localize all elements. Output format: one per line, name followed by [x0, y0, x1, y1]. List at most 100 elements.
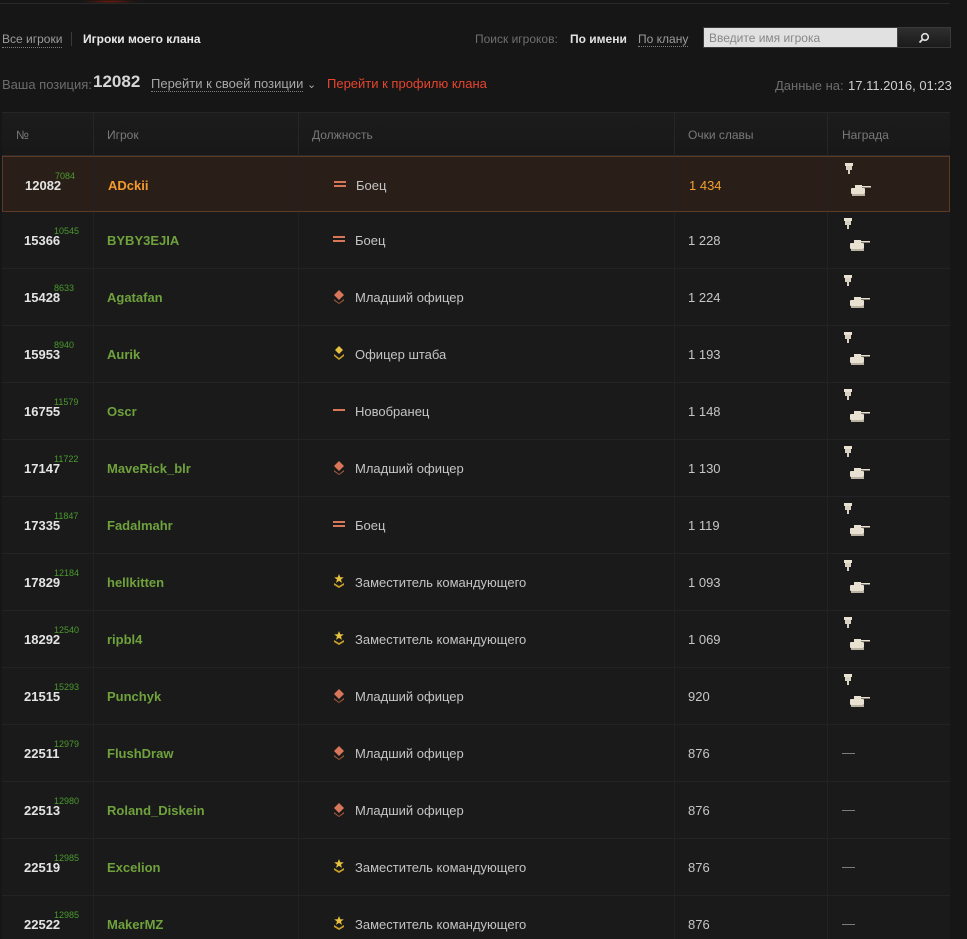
- header-score[interactable]: Очки славы: [688, 128, 754, 142]
- table-row[interactable]: 22522 12985 MakerMZ Заместитель командующег…: [2, 896, 950, 939]
- role-label: Младший офицер: [355, 461, 464, 476]
- player-name-link[interactable]: Excelion: [107, 860, 160, 875]
- no-award: —: [842, 745, 855, 760]
- player-name-link[interactable]: MakerMZ: [107, 917, 163, 932]
- tab-all-players[interactable]: Все игроки: [2, 32, 63, 48]
- player-name-link[interactable]: Agatafan: [107, 290, 163, 305]
- tank-award-icon[interactable]: [842, 501, 872, 549]
- cell-divider: [827, 269, 828, 325]
- tab-clan-players[interactable]: Игроки моего клана: [83, 32, 201, 46]
- previous-rank: 12540: [54, 625, 80, 635]
- cell-divider: [674, 782, 675, 838]
- previous-rank: 11579: [54, 397, 79, 407]
- search-button[interactable]: [897, 28, 950, 47]
- header-divider: [674, 113, 675, 157]
- table-row[interactable]: 15366 10545 BYBY3EJIA Боец 1 228: [2, 212, 950, 269]
- tank-award-icon[interactable]: [842, 387, 872, 435]
- header-role[interactable]: Должность: [312, 128, 373, 142]
- glory-points: 876: [688, 803, 710, 818]
- table-row[interactable]: 16755 11579 Oscr Новобранец 1 148: [2, 383, 950, 440]
- cell-divider: [94, 157, 95, 211]
- cell-divider: [298, 497, 299, 553]
- tank-award-icon[interactable]: [843, 161, 873, 209]
- role-label: Офицер штаба: [355, 347, 447, 362]
- player-name-link[interactable]: BYBY3EJIA: [107, 233, 179, 248]
- player-name-link[interactable]: hellkitten: [107, 575, 164, 590]
- header-player[interactable]: Игрок: [107, 128, 139, 142]
- cell-divider: [827, 554, 828, 610]
- previous-rank: 8633: [54, 283, 75, 293]
- player-name-link[interactable]: ADckii: [108, 178, 148, 193]
- previous-rank: 11847: [54, 511, 79, 521]
- no-award: —: [842, 859, 855, 874]
- player-name-link[interactable]: Fadalmahr: [107, 518, 173, 533]
- player-name-link[interactable]: FlushDraw: [107, 746, 173, 761]
- cell-divider: [827, 383, 828, 439]
- cell-divider: [298, 839, 299, 895]
- role-label: Заместитель командующего: [355, 917, 527, 932]
- data-date-label: Данные на:: [775, 78, 844, 93]
- cell-divider: [674, 611, 675, 667]
- deputy-commander-icon: [331, 915, 347, 931]
- goto-clan-profile-link[interactable]: Перейти к профилю клана: [327, 76, 487, 91]
- cell-divider: [93, 554, 94, 610]
- role-label: Боец: [355, 518, 386, 533]
- glory-points: 1 193: [688, 347, 721, 362]
- ranking-table: № Игрок Должность Очки славы Награда 120…: [2, 112, 950, 939]
- search-by-clan[interactable]: По клану: [638, 32, 689, 47]
- cell-divider: [93, 383, 94, 439]
- player-name-link[interactable]: MaveRick_blr: [107, 461, 191, 476]
- search-by-name[interactable]: По имени: [570, 32, 627, 46]
- player-name-link[interactable]: Aurik: [107, 347, 140, 362]
- cell-divider: [827, 212, 828, 268]
- glory-points: 1 069: [688, 632, 721, 647]
- cell-divider: [827, 839, 828, 895]
- previous-rank: 11722: [54, 454, 79, 464]
- cell-divider: [298, 611, 299, 667]
- table-row[interactable]: 17829 12184 hellkitten Заместитель командую…: [2, 554, 950, 611]
- header-divider: [298, 113, 299, 157]
- junior-officer-icon: [331, 288, 347, 304]
- cell-divider: [298, 383, 299, 439]
- table-row[interactable]: 21515 15293 Punchyk Младший офицер 920: [2, 668, 950, 725]
- player-name-link[interactable]: ripbl4: [107, 632, 142, 647]
- table-row[interactable]: 22513 12980 Roland_Diskein Младший офицер 87…: [2, 782, 950, 839]
- tank-award-icon[interactable]: [842, 444, 872, 492]
- search-icon: [918, 32, 930, 43]
- tank-award-icon[interactable]: [842, 615, 872, 663]
- cell-divider: [827, 440, 828, 496]
- player-name-link[interactable]: Punchyk: [107, 689, 161, 704]
- tank-award-icon[interactable]: [842, 273, 872, 321]
- glory-points: 1 130: [688, 461, 721, 476]
- table-row[interactable]: 22519 12985 Excelion Заместитель командующе…: [2, 839, 950, 896]
- tank-award-icon[interactable]: [842, 330, 872, 378]
- cell-divider: [93, 896, 94, 939]
- cell-divider: [827, 611, 828, 667]
- role-label: Младший офицер: [355, 689, 464, 704]
- search-input[interactable]: [704, 28, 897, 47]
- tank-award-icon[interactable]: [842, 672, 872, 720]
- table-row[interactable]: 17147 11722 MaveRick_blr Младший офицер 1 13…: [2, 440, 950, 497]
- cell-divider: [93, 782, 94, 838]
- table-row[interactable]: 15428 8633 Agatafan Младший офицер 1 224: [2, 269, 950, 326]
- header-divider: [93, 113, 94, 157]
- cell-divider: [828, 157, 829, 211]
- player-name-link[interactable]: Oscr: [107, 404, 137, 419]
- cell-divider: [827, 725, 828, 781]
- table-row[interactable]: 22511 12979 FlushDraw Младший офицер 876—: [2, 725, 950, 782]
- tank-award-icon[interactable]: [842, 216, 872, 264]
- goto-own-position-link[interactable]: Перейти к своей позиции: [151, 76, 304, 92]
- table-row[interactable]: 18292 12540 ripbl4 Заместитель командующего…: [2, 611, 950, 668]
- role-label: Заместитель командующего: [355, 575, 527, 590]
- glory-points: 1 434: [689, 178, 722, 193]
- position-value: 12082: [93, 72, 141, 91]
- table-row[interactable]: 17335 11847 Fadalmahr Боец 1 119: [2, 497, 950, 554]
- table-row[interactable]: 15953 8940 Aurik Офицер штаба 1 193: [2, 326, 950, 383]
- tank-award-icon[interactable]: [842, 558, 872, 606]
- player-name-link[interactable]: Roland_Diskein: [107, 803, 205, 818]
- table-row-current-player[interactable]: 12082 7084 ADckii Боец 1 434: [2, 156, 950, 212]
- cell-divider: [674, 839, 675, 895]
- cell-divider: [674, 497, 675, 553]
- chevron-down-icon: ⌄: [307, 79, 317, 91]
- role-label: Новобранец: [355, 404, 430, 419]
